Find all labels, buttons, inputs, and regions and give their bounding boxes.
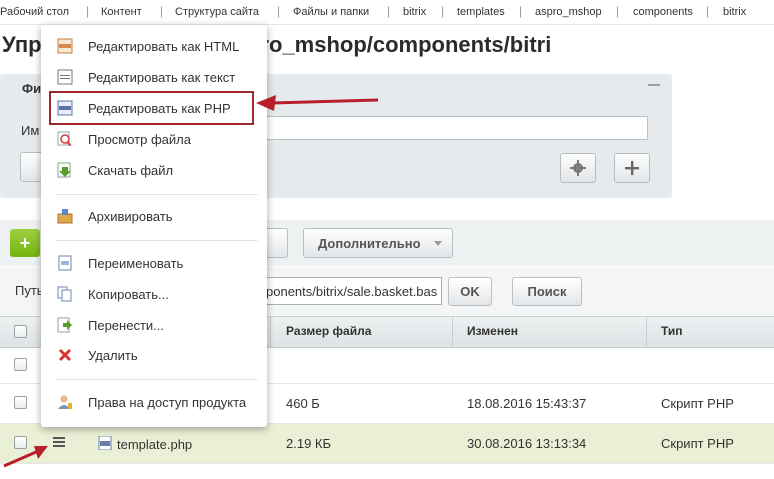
arrow-to-php-item <box>256 95 379 111</box>
annotation-arrows <box>3 95 379 468</box>
arrow-to-row-menu <box>3 446 48 468</box>
